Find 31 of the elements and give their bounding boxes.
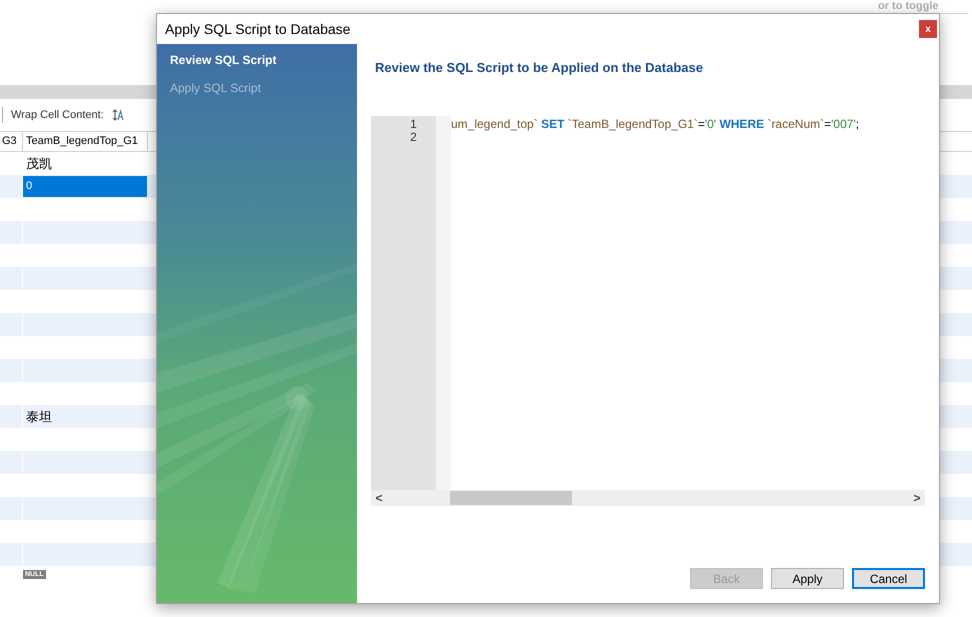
code-token: ; (856, 118, 860, 130)
column-header[interactable]: G3 (0, 132, 23, 151)
toolbar-label: Wrap Cell Content: (11, 108, 104, 123)
code-token: WHERE (718, 118, 764, 130)
table-cell[interactable]: 茂凯 (23, 153, 147, 174)
scrollbar-thumb[interactable] (450, 490, 572, 504)
page-heading: Review the SQL Script to be Applied on the Database (375, 59, 704, 77)
code-token: '0' (704, 118, 716, 130)
scroll-left-button[interactable]: < (371, 488, 387, 506)
code-token: = (698, 118, 705, 130)
column-header[interactable]: TeamB_legendTop_G1 (23, 132, 148, 151)
wrap-text-icon[interactable] (112, 109, 124, 121)
line-number: 1 (410, 118, 417, 130)
dialog-button[interactable]: Cancel (852, 568, 925, 589)
dialog-button[interactable]: Apply (771, 568, 844, 589)
table-cell[interactable]: 泰坦 (23, 406, 147, 427)
close-button[interactable]: x (919, 20, 937, 38)
wizard-step: Apply SQL Script (170, 79, 344, 97)
code-token: SET (540, 118, 564, 130)
code-token: `TeamB_legendTop_G1` (566, 118, 698, 130)
window-title: Apply SQL Script to Database (165, 20, 350, 39)
horizontal-scrollbar[interactable]: < > (371, 490, 925, 506)
scroll-right-button[interactable]: > (909, 488, 925, 506)
code-token: um_legend_top` (451, 118, 538, 130)
wizard-step: Review SQL Script (170, 51, 344, 69)
hint-text: or to toggle (878, 0, 940, 13)
code-token: = (824, 118, 832, 130)
table-cell[interactable]: 0 (23, 176, 147, 197)
line-number: 2 (410, 130, 417, 144)
code-token: '007' (831, 118, 856, 130)
code-token: `raceNum` (766, 118, 824, 130)
